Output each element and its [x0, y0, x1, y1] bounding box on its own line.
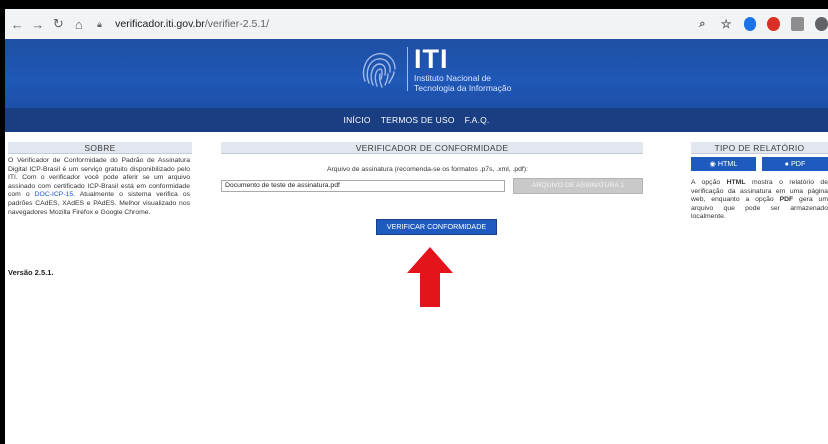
logo-title: ITI: [414, 43, 449, 74]
logo-subtitle-2: Tecnologia da Informação: [414, 82, 512, 93]
logo-divider: [407, 47, 408, 91]
web-page: ITI Instituto Nacional de Tecnologia da …: [5, 39, 828, 444]
chrome-ext-icon[interactable]: [743, 17, 757, 31]
logo-subtitle-1: Instituto Nacional de: [414, 72, 492, 83]
fingerprint-icon: [362, 52, 396, 88]
radio-checked-icon: ◉: [709, 159, 718, 168]
address-bar[interactable]: 🔒︎ verificador.iti.gov.br /verifier-2.5.…: [97, 13, 685, 35]
verificador-title: VERIFICADOR DE CONFORMIDADE: [221, 142, 643, 154]
signature-file-input[interactable]: Documento de teste de assinatura.pdf: [221, 180, 505, 192]
back-icon[interactable]: ←: [9, 15, 26, 33]
iti-logo[interactable]: ITI Instituto Nacional de Tecnologia da …: [355, 45, 511, 93]
tipo-pdf-bold: PDF: [779, 196, 794, 204]
pdf-report-label: PDF: [790, 159, 806, 168]
reload-icon[interactable]: ↻: [50, 15, 67, 33]
sobre-description: O Verificador de Conformidade do Padrão …: [8, 157, 190, 217]
ext-icon[interactable]: [791, 17, 805, 31]
tipo-description: A opção HTML mostra o relatório de verif…: [691, 179, 828, 222]
red-arrow-icon: [407, 247, 453, 307]
choose-file-button[interactable]: ARQUIVO DE ASSINATURA 1: [513, 178, 643, 194]
site-header: ITI Instituto Nacional de Tecnologia da …: [5, 39, 828, 108]
tipo-title: TIPO DE RELATÓRIO: [691, 142, 828, 154]
doc-icp-15-link[interactable]: DOC-ICP-15: [35, 191, 74, 198]
browser-toolbar: ← → ↻ ⌂ 🔒︎ verificador.iti.gov.br /verif…: [5, 9, 828, 39]
forward-icon[interactable]: →: [30, 15, 47, 33]
menu-item-faq[interactable]: F.A.Q.: [465, 115, 490, 125]
menu-item-inicio[interactable]: INÍCIO: [344, 115, 371, 125]
file-label: Arquivo de assinatura (recomenda-se os f…: [327, 166, 528, 173]
pdf-report-button[interactable]: ● PDF: [762, 157, 828, 171]
adblock-icon[interactable]: [767, 17, 781, 31]
profile-icon[interactable]: [815, 17, 828, 31]
main-menu: INÍCIO TERMOS DE USO F.A.Q.: [5, 108, 828, 132]
star-icon[interactable]: ☆: [720, 17, 733, 31]
home-icon[interactable]: ⌂: [71, 15, 88, 33]
logo-text: ITI Instituto Nacional de Tecnologia da …: [414, 43, 512, 93]
tipo-text-1: A opção: [691, 179, 727, 186]
zoom-icon[interactable]: ⌕: [696, 17, 709, 31]
url-path: /verifier-2.5.1/: [204, 18, 270, 30]
url-host: verificador.iti.gov.br: [115, 18, 205, 30]
verify-button[interactable]: VERIFICAR CONFORMIDADE: [376, 219, 497, 235]
menu-item-termos[interactable]: TERMOS DE USO: [381, 115, 455, 125]
tipo-html-bold: HTML: [726, 179, 746, 186]
html-report-button[interactable]: ◉ HTML: [691, 157, 756, 171]
sobre-title: SOBRE: [8, 142, 192, 154]
lock-icon: 🔒︎: [97, 18, 102, 29]
version-label: Versão 2.5.1.: [8, 268, 54, 277]
html-report-label: HTML: [717, 159, 738, 168]
